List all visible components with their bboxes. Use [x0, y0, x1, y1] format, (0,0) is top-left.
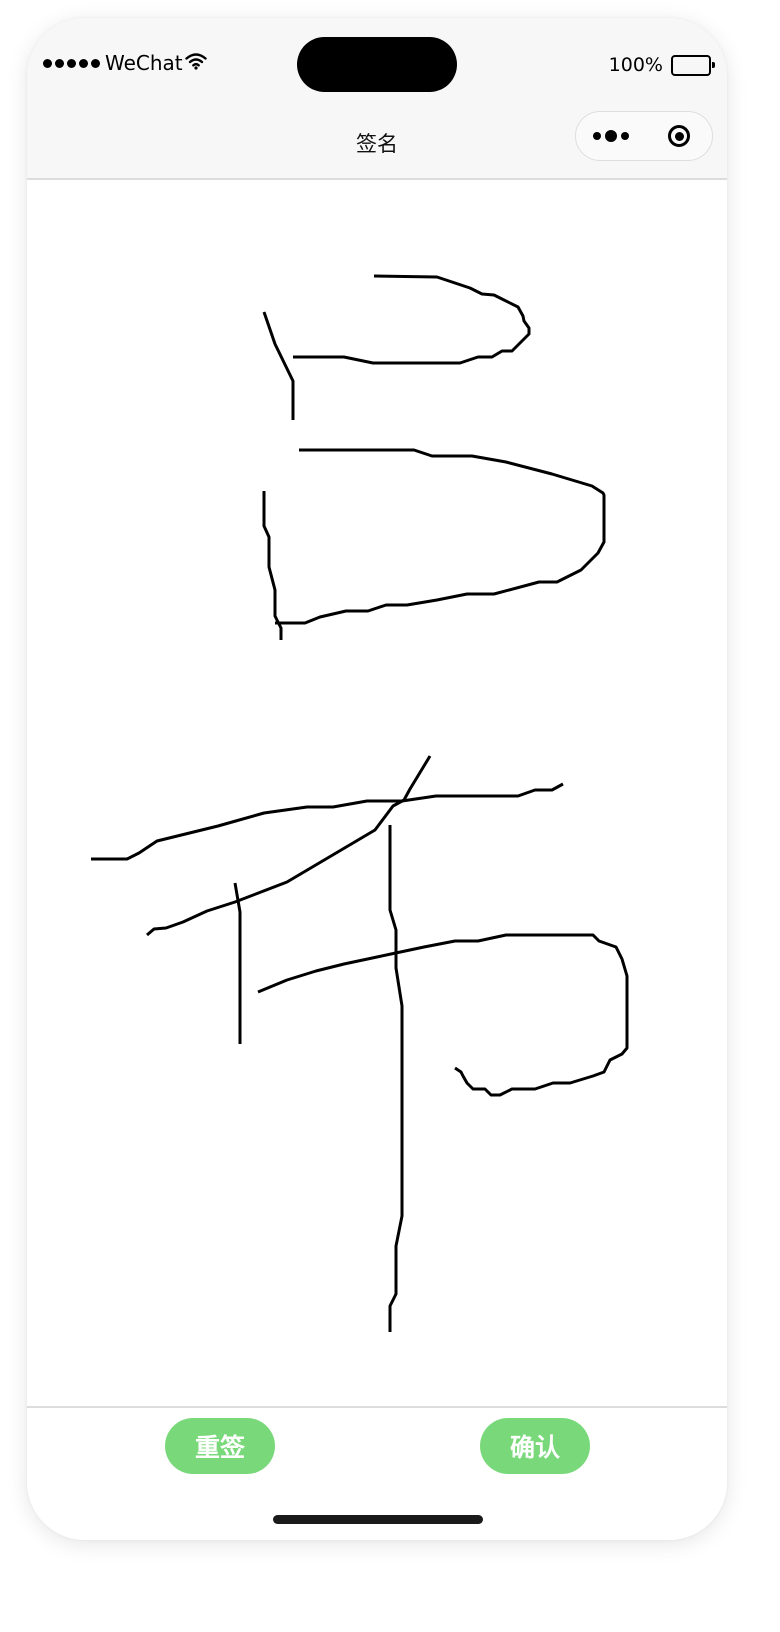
signature-stroke: [257, 933, 629, 1097]
reset-signature-button[interactable]: 重签: [165, 1418, 275, 1474]
battery-percent: 100%: [608, 54, 663, 76]
home-indicator[interactable]: [273, 1515, 483, 1524]
signature-drawing: [91, 274, 629, 1332]
dynamic-island: [297, 37, 457, 92]
battery-icon: [671, 54, 715, 76]
signature-stroke: [91, 782, 564, 861]
signature-stroke: [293, 274, 531, 365]
signature-stroke: [262, 491, 283, 640]
target-close-icon[interactable]: [646, 112, 712, 160]
phone-frame: WeChat 100% 签名 重签 确认: [27, 18, 727, 1540]
signature-stroke: [275, 448, 606, 625]
signature-stroke: [146, 755, 432, 937]
carrier-name: WeChat: [105, 51, 183, 75]
status-bar-left: WeChat: [43, 49, 207, 77]
mini-program-capsule: [575, 111, 713, 161]
signal-strength-icon: [43, 58, 103, 68]
status-bar-right: 100%: [609, 52, 715, 78]
wifi-icon: [184, 52, 207, 74]
signature-canvas[interactable]: [27, 180, 727, 1406]
header: WeChat 100% 签名: [27, 18, 727, 180]
signature-stroke: [262, 311, 295, 420]
signature-stroke: [388, 825, 404, 1332]
confirm-button[interactable]: 确认: [480, 1418, 590, 1474]
more-dots-icon[interactable]: [576, 112, 646, 160]
signature-stroke: [233, 882, 242, 1044]
